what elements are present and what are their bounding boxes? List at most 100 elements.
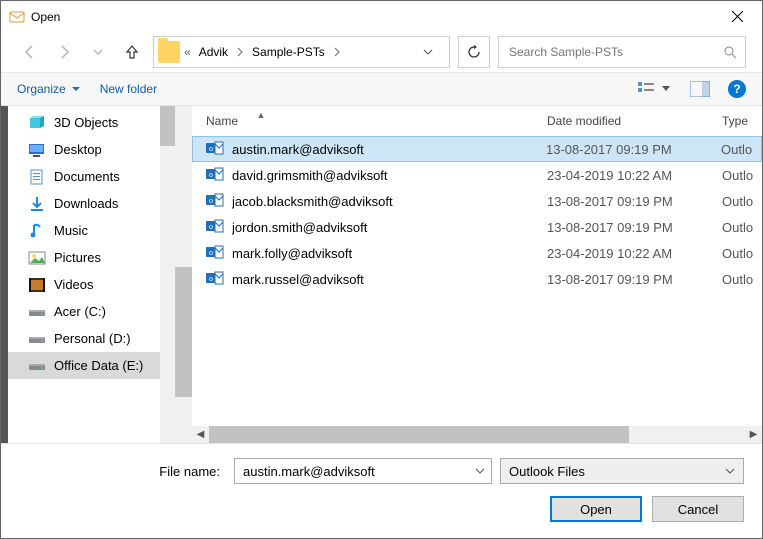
filename-combo[interactable] bbox=[234, 458, 492, 484]
search-icon bbox=[723, 45, 737, 59]
pictures-icon bbox=[28, 250, 46, 266]
nav-tree-stub bbox=[1, 106, 8, 443]
organize-menu[interactable]: Organize bbox=[17, 82, 80, 96]
col-type-header[interactable]: Type bbox=[722, 114, 748, 128]
music-icon bbox=[28, 223, 46, 239]
col-date-header[interactable]: Date modified bbox=[547, 114, 621, 128]
search-input[interactable] bbox=[507, 44, 723, 60]
sidebar-item[interactable]: Pictures bbox=[8, 244, 175, 271]
window-title: Open bbox=[31, 10, 714, 24]
file-row[interactable]: odavid.grimsmith@adviksoft23-04-2019 10:… bbox=[192, 162, 762, 188]
sidebar-item[interactable]: Personal (D:) bbox=[8, 325, 175, 352]
sidebar-item-label: Downloads bbox=[54, 196, 118, 211]
sidebar-item-label: Documents bbox=[54, 169, 120, 184]
file-name: mark.folly@adviksoft bbox=[232, 246, 547, 261]
file-name: austin.mark@adviksoft bbox=[232, 142, 546, 157]
folder-icon bbox=[158, 41, 180, 63]
horizontal-scrollbar[interactable]: ◀ ▶ bbox=[192, 426, 762, 443]
chevron-down-icon[interactable] bbox=[475, 466, 485, 476]
scroll-right-icon[interactable]: ▶ bbox=[745, 426, 762, 443]
file-row[interactable]: o austin.mark@adviksoft13-08-2017 09:19 P… bbox=[192, 136, 762, 162]
file-type: Outlo bbox=[722, 168, 762, 183]
filetype-value: Outlook Files bbox=[509, 464, 725, 479]
sidebar-item[interactable]: Music bbox=[8, 217, 175, 244]
view-mode-button[interactable] bbox=[638, 81, 672, 97]
sidebar-item[interactable]: Videos bbox=[8, 271, 175, 298]
downloads-icon bbox=[28, 196, 46, 212]
up-button[interactable] bbox=[119, 39, 145, 65]
scroll-left-icon[interactable]: ◀ bbox=[192, 426, 209, 443]
sidebar-item[interactable]: 3D Objects bbox=[8, 109, 175, 136]
new-folder-button[interactable]: New folder bbox=[100, 82, 157, 96]
file-name: jordon.smith@adviksoft bbox=[232, 220, 547, 235]
sidebar-item[interactable]: Desktop bbox=[8, 136, 175, 163]
sidebar-item-label: Acer (C:) bbox=[54, 304, 106, 319]
sidebar-item-label: Desktop bbox=[54, 142, 102, 157]
cancel-button-label: Cancel bbox=[678, 502, 718, 517]
recent-dropdown[interactable] bbox=[85, 39, 111, 65]
filetype-combo[interactable]: Outlook Files bbox=[500, 458, 744, 484]
file-row[interactable]: o jacob.blacksmith@adviksoft13-08-2017 09… bbox=[192, 188, 762, 214]
drive-icon bbox=[28, 358, 46, 374]
outlook-file-icon: o bbox=[206, 244, 224, 262]
preview-pane-button[interactable] bbox=[690, 81, 710, 97]
sidebar-item-label: Videos bbox=[54, 277, 94, 292]
file-row[interactable]: omark.russel@adviksoft13-08-2017 09:19 P… bbox=[192, 266, 762, 292]
file-row[interactable]: ojordon.smith@adviksoft13-08-2017 09:19 … bbox=[192, 214, 762, 240]
close-button[interactable] bbox=[714, 1, 760, 32]
svg-text:o: o bbox=[209, 170, 213, 179]
address-dropdown[interactable] bbox=[423, 47, 447, 57]
filename-input[interactable] bbox=[241, 463, 475, 480]
cancel-button[interactable]: Cancel bbox=[652, 496, 744, 522]
chevron-down-icon bbox=[725, 466, 735, 476]
svg-text:o: o bbox=[209, 196, 213, 205]
help-button[interactable]: ? bbox=[728, 80, 746, 98]
sidebar-item-label: Pictures bbox=[54, 250, 101, 265]
svg-text:o: o bbox=[209, 222, 213, 231]
file-type: Outlo bbox=[722, 194, 762, 209]
chevron-right-icon bbox=[333, 47, 341, 57]
organize-label: Organize bbox=[17, 82, 66, 96]
nav-row: « Advik Sample-PSTs bbox=[1, 32, 762, 72]
file-list: oaustin.mark@adviksoft13-08-2017 09:19 P… bbox=[192, 136, 762, 426]
refresh-button[interactable] bbox=[458, 36, 490, 68]
bottom-panel: File name: Outlook Files Open Cancel bbox=[1, 443, 762, 538]
outlook-file-icon: o bbox=[206, 218, 224, 236]
breadcrumb-item[interactable]: Sample-PSTs bbox=[248, 45, 329, 59]
main-area: 3D Objects Desktop Documents Downloads Music… bbox=[1, 106, 762, 443]
splitter-scrollbar[interactable] bbox=[175, 106, 192, 443]
chevron-down-icon bbox=[72, 85, 80, 93]
sidebar-item[interactable]: Documents bbox=[8, 163, 175, 190]
open-file-dialog: Open « Advik Sample-PSTs bbox=[0, 0, 763, 539]
breadcrumb-back-icon: « bbox=[184, 45, 191, 59]
drive-icon bbox=[28, 304, 46, 320]
outlook-file-icon: o bbox=[206, 192, 224, 210]
sidebar-item[interactable]: Office Data (E:) bbox=[8, 352, 175, 379]
breadcrumb-item[interactable]: Advik bbox=[195, 45, 232, 59]
forward-button[interactable] bbox=[51, 39, 77, 65]
sidebar-item[interactable]: Acer (C:) bbox=[8, 298, 175, 325]
address-bar[interactable]: « Advik Sample-PSTs bbox=[153, 36, 450, 68]
outlook-file-icon: o bbox=[206, 140, 224, 158]
sidebar-scrollbar[interactable] bbox=[160, 106, 175, 443]
app-mail-icon bbox=[9, 9, 25, 25]
docs-icon bbox=[28, 169, 46, 185]
back-button[interactable] bbox=[17, 39, 43, 65]
drive-icon bbox=[28, 331, 46, 347]
file-name: mark.russel@adviksoft bbox=[232, 272, 547, 287]
3d-icon bbox=[28, 115, 46, 131]
search-box[interactable] bbox=[498, 36, 746, 68]
filename-label: File name: bbox=[1, 464, 226, 479]
open-button[interactable]: Open bbox=[550, 496, 642, 522]
file-date: 13-08-2017 09:19 PM bbox=[547, 194, 722, 209]
file-row[interactable]: omark.folly@adviksoft23-04-2019 10:22 AM… bbox=[192, 240, 762, 266]
file-name: jacob.blacksmith@adviksoft bbox=[232, 194, 547, 209]
svg-text:o: o bbox=[209, 248, 213, 257]
svg-text:o: o bbox=[209, 274, 213, 283]
sidebar-item[interactable]: Downloads bbox=[8, 190, 175, 217]
file-date: 13-08-2017 09:19 PM bbox=[546, 142, 721, 157]
sidebar-item-label: Office Data (E:) bbox=[54, 358, 143, 373]
sidebar-item-label: Music bbox=[54, 223, 88, 238]
file-type: Outlo bbox=[722, 272, 762, 287]
desktop-icon bbox=[28, 142, 46, 158]
